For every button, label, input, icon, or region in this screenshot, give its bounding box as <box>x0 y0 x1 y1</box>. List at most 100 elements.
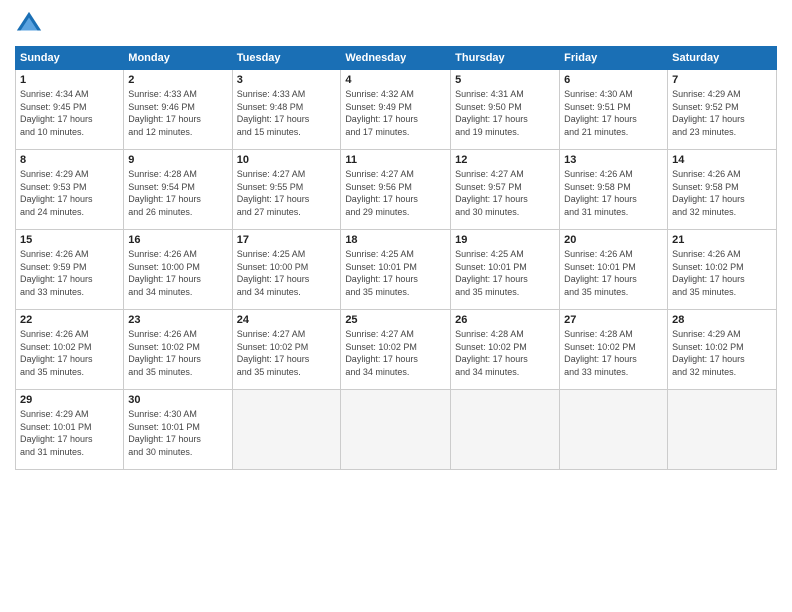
day-number: 30 <box>128 394 227 406</box>
day-number: 23 <box>128 314 227 326</box>
day-info: Sunrise: 4:26 AM Sunset: 9:58 PM Dayligh… <box>564 168 663 218</box>
day-info: Sunrise: 4:33 AM Sunset: 9:46 PM Dayligh… <box>128 88 227 138</box>
day-cell: 25 Sunrise: 4:27 AM Sunset: 10:02 PM Dayl… <box>341 310 451 390</box>
day-cell: 3 Sunrise: 4:33 AM Sunset: 9:48 PM Daylig… <box>232 70 341 150</box>
day-info: Sunrise: 4:29 AM Sunset: 10:02 PM Daylig… <box>672 328 772 378</box>
week-row-2: 8 Sunrise: 4:29 AM Sunset: 9:53 PM Daylig… <box>16 150 777 230</box>
day-number: 25 <box>345 314 446 326</box>
day-number: 26 <box>455 314 555 326</box>
day-cell: 28Sunrise: 4:29 AM Sunset: 10:02 PM Dayl… <box>668 310 777 390</box>
week-row-4: 22 Sunrise: 4:26 AM Sunset: 10:02 PM Dayl… <box>16 310 777 390</box>
day-cell: 13 Sunrise: 4:26 AM Sunset: 9:58 PM Dayli… <box>560 150 668 230</box>
day-cell: 7 Sunrise: 4:29 AM Sunset: 9:52 PM Daylig… <box>668 70 777 150</box>
day-cell: 8 Sunrise: 4:29 AM Sunset: 9:53 PM Daylig… <box>16 150 124 230</box>
day-info: Sunrise: 4:26 AM Sunset: 10:02 PM Daylig… <box>672 248 772 298</box>
day-info: Sunrise: 4:27 AM Sunset: 9:56 PM Dayligh… <box>345 168 446 218</box>
day-number: 22 <box>20 314 119 326</box>
weekday-wednesday: Wednesday <box>341 47 451 70</box>
day-number: 17 <box>237 234 337 246</box>
day-cell <box>341 390 451 470</box>
day-info: Sunrise: 4:25 AM Sunset: 10:01 PM Daylig… <box>345 248 446 298</box>
day-cell: 27Sunrise: 4:28 AM Sunset: 10:02 PM Dayl… <box>560 310 668 390</box>
day-cell <box>560 390 668 470</box>
day-number: 24 <box>237 314 337 326</box>
day-cell: 18 Sunrise: 4:25 AM Sunset: 10:01 PM Dayl… <box>341 230 451 310</box>
day-cell <box>232 390 341 470</box>
day-cell: 26 Sunrise: 4:28 AM Sunset: 10:02 PM Dayl… <box>451 310 560 390</box>
day-cell: 6 Sunrise: 4:30 AM Sunset: 9:51 PM Daylig… <box>560 70 668 150</box>
day-info: Sunrise: 4:28 AM Sunset: 9:54 PM Dayligh… <box>128 168 227 218</box>
day-number: 29 <box>20 394 119 406</box>
logo <box>15 10 47 38</box>
weekday-friday: Friday <box>560 47 668 70</box>
weekday-tuesday: Tuesday <box>232 47 341 70</box>
day-cell: 9 Sunrise: 4:28 AM Sunset: 9:54 PM Daylig… <box>124 150 232 230</box>
day-number: 21 <box>672 234 772 246</box>
day-number: 4 <box>345 74 446 86</box>
weekday-sunday: Sunday <box>16 47 124 70</box>
day-cell: 23 Sunrise: 4:26 AM Sunset: 10:02 PM Dayl… <box>124 310 232 390</box>
day-cell: 17 Sunrise: 4:25 AM Sunset: 10:00 PM Dayl… <box>232 230 341 310</box>
day-number: 19 <box>455 234 555 246</box>
day-cell: 16 Sunrise: 4:26 AM Sunset: 10:00 PM Dayl… <box>124 230 232 310</box>
day-number: 13 <box>564 154 663 166</box>
page: SundayMondayTuesdayWednesdayThursdayFrid… <box>0 0 792 612</box>
day-cell: 12Sunrise: 4:27 AM Sunset: 9:57 PM Dayli… <box>451 150 560 230</box>
day-info: Sunrise: 4:28 AM Sunset: 10:02 PM Daylig… <box>455 328 555 378</box>
day-number: 11 <box>345 154 446 166</box>
day-info: Sunrise: 4:26 AM Sunset: 10:02 PM Daylig… <box>128 328 227 378</box>
day-cell: 29Sunrise: 4:29 AM Sunset: 10:01 PM Dayl… <box>16 390 124 470</box>
day-info: Sunrise: 4:26 AM Sunset: 10:02 PM Daylig… <box>20 328 119 378</box>
day-cell: 14 Sunrise: 4:26 AM Sunset: 9:58 PM Dayli… <box>668 150 777 230</box>
day-cell: 1Sunrise: 4:34 AM Sunset: 9:45 PM Daylig… <box>16 70 124 150</box>
day-cell: 15 Sunrise: 4:26 AM Sunset: 9:59 PM Dayli… <box>16 230 124 310</box>
day-number: 16 <box>128 234 227 246</box>
weekday-thursday: Thursday <box>451 47 560 70</box>
day-info: Sunrise: 4:26 AM Sunset: 9:59 PM Dayligh… <box>20 248 119 298</box>
day-number: 20 <box>564 234 663 246</box>
day-cell: 2Sunrise: 4:33 AM Sunset: 9:46 PM Daylig… <box>124 70 232 150</box>
day-info: Sunrise: 4:30 AM Sunset: 10:01 PM Daylig… <box>128 408 227 458</box>
day-number: 10 <box>237 154 337 166</box>
day-cell: 11 Sunrise: 4:27 AM Sunset: 9:56 PM Dayli… <box>341 150 451 230</box>
day-number: 7 <box>672 74 772 86</box>
day-info: Sunrise: 4:30 AM Sunset: 9:51 PM Dayligh… <box>564 88 663 138</box>
day-number: 5 <box>455 74 555 86</box>
week-row-5: 29Sunrise: 4:29 AM Sunset: 10:01 PM Dayl… <box>16 390 777 470</box>
day-number: 27 <box>564 314 663 326</box>
day-info: Sunrise: 4:29 AM Sunset: 9:52 PM Dayligh… <box>672 88 772 138</box>
day-info: Sunrise: 4:27 AM Sunset: 10:02 PM Daylig… <box>237 328 337 378</box>
day-number: 3 <box>237 74 337 86</box>
day-number: 15 <box>20 234 119 246</box>
day-cell: 30 Sunrise: 4:30 AM Sunset: 10:01 PM Dayl… <box>124 390 232 470</box>
day-cell: 20Sunrise: 4:26 AM Sunset: 10:01 PM Dayl… <box>560 230 668 310</box>
day-info: Sunrise: 4:33 AM Sunset: 9:48 PM Dayligh… <box>237 88 337 138</box>
day-info: Sunrise: 4:25 AM Sunset: 10:00 PM Daylig… <box>237 248 337 298</box>
day-cell: 21 Sunrise: 4:26 AM Sunset: 10:02 PM Dayl… <box>668 230 777 310</box>
day-info: Sunrise: 4:29 AM Sunset: 9:53 PM Dayligh… <box>20 168 119 218</box>
day-info: Sunrise: 4:25 AM Sunset: 10:01 PM Daylig… <box>455 248 555 298</box>
day-info: Sunrise: 4:26 AM Sunset: 9:58 PM Dayligh… <box>672 168 772 218</box>
day-cell: 24 Sunrise: 4:27 AM Sunset: 10:02 PM Dayl… <box>232 310 341 390</box>
day-cell: 10 Sunrise: 4:27 AM Sunset: 9:55 PM Dayli… <box>232 150 341 230</box>
day-number: 6 <box>564 74 663 86</box>
day-info: Sunrise: 4:32 AM Sunset: 9:49 PM Dayligh… <box>345 88 446 138</box>
day-cell: 4 Sunrise: 4:32 AM Sunset: 9:49 PM Daylig… <box>341 70 451 150</box>
day-cell: 5 Sunrise: 4:31 AM Sunset: 9:50 PM Daylig… <box>451 70 560 150</box>
day-number: 14 <box>672 154 772 166</box>
weekday-saturday: Saturday <box>668 47 777 70</box>
day-info: Sunrise: 4:31 AM Sunset: 9:50 PM Dayligh… <box>455 88 555 138</box>
day-number: 18 <box>345 234 446 246</box>
day-number: 8 <box>20 154 119 166</box>
day-number: 9 <box>128 154 227 166</box>
week-row-3: 15 Sunrise: 4:26 AM Sunset: 9:59 PM Dayli… <box>16 230 777 310</box>
weekday-header-row: SundayMondayTuesdayWednesdayThursdayFrid… <box>16 47 777 70</box>
day-info: Sunrise: 4:34 AM Sunset: 9:45 PM Dayligh… <box>20 88 119 138</box>
day-info: Sunrise: 4:26 AM Sunset: 10:00 PM Daylig… <box>128 248 227 298</box>
day-cell <box>451 390 560 470</box>
day-info: Sunrise: 4:27 AM Sunset: 9:55 PM Dayligh… <box>237 168 337 218</box>
day-cell: 22 Sunrise: 4:26 AM Sunset: 10:02 PM Dayl… <box>16 310 124 390</box>
day-info: Sunrise: 4:27 AM Sunset: 10:02 PM Daylig… <box>345 328 446 378</box>
day-cell <box>668 390 777 470</box>
logo-icon <box>15 10 43 38</box>
